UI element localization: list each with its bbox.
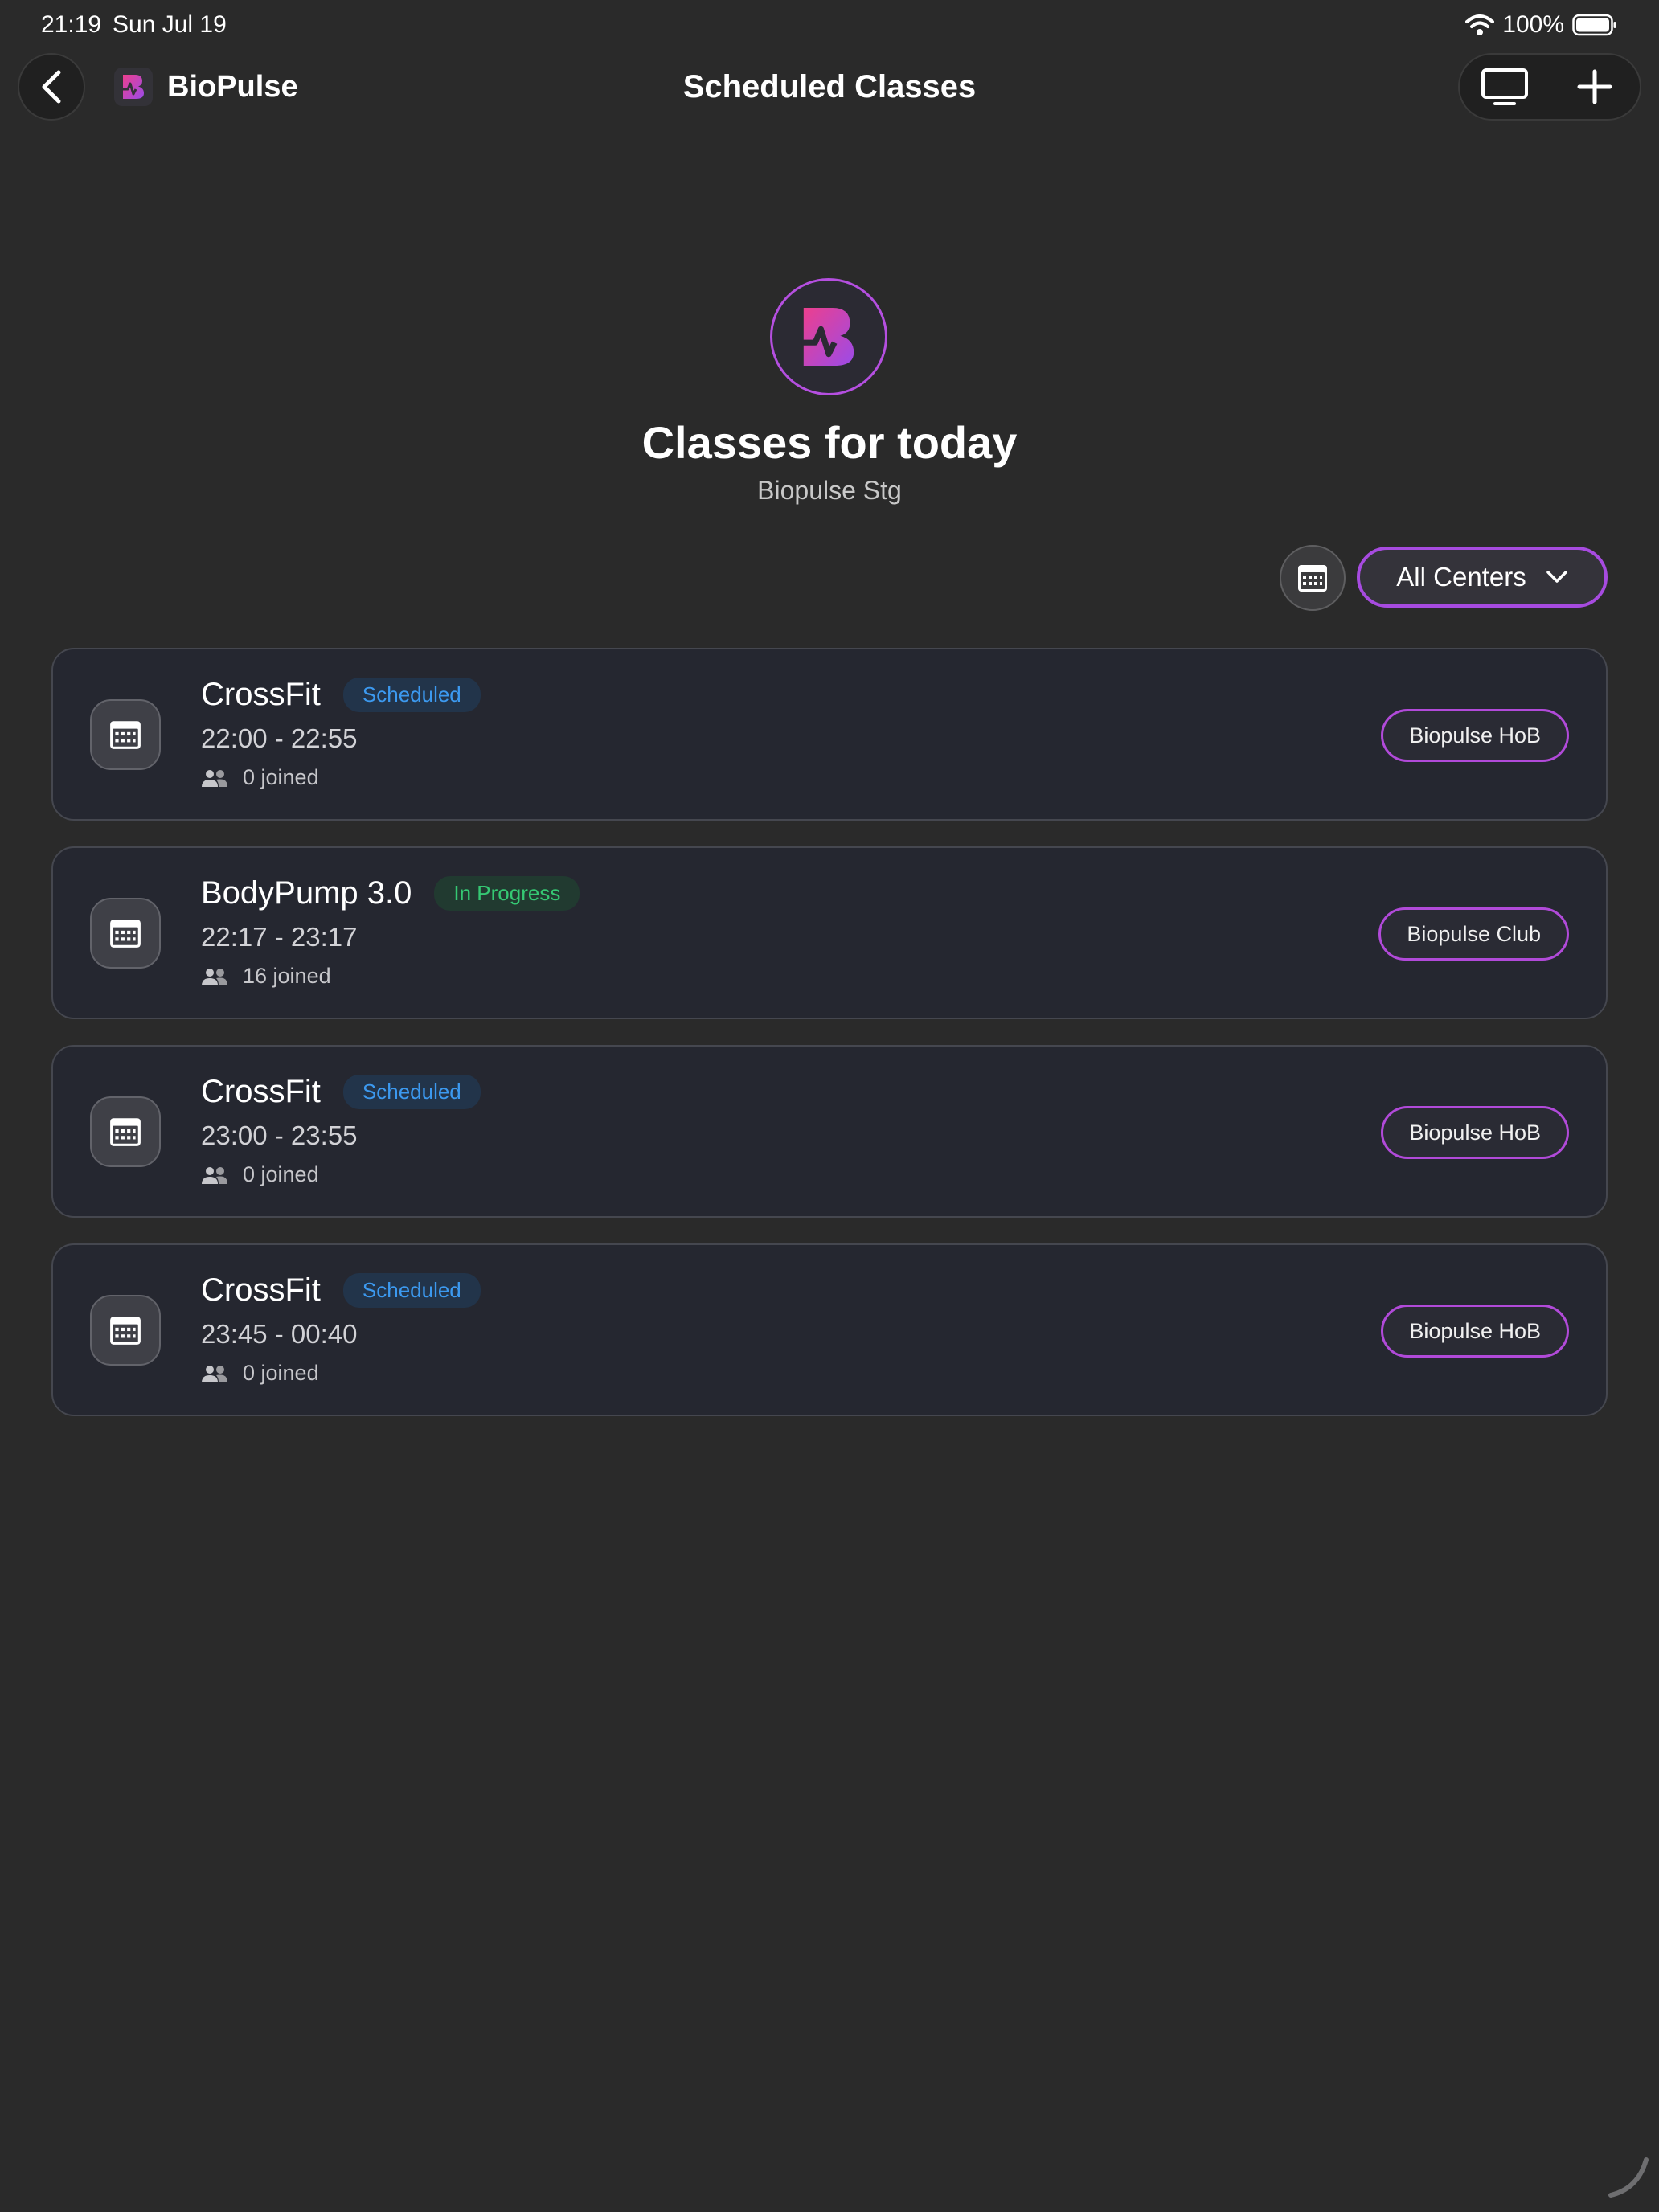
status-time: 21:19 xyxy=(41,11,102,38)
class-card[interactable]: CrossFit Scheduled 23:00 - 23:55 0 joine… xyxy=(51,1045,1608,1218)
joined-count: 0 joined xyxy=(243,1162,319,1186)
center-badge[interactable]: Biopulse HoB xyxy=(1381,709,1569,762)
calendar-icon xyxy=(1298,565,1327,592)
class-list: CrossFit Scheduled 22:00 - 22:55 0 joine… xyxy=(51,648,1608,1442)
biopulse-logo-icon xyxy=(114,68,153,106)
people-icon xyxy=(202,769,227,787)
status-bar: 21:19 Sun Jul 19 100% xyxy=(0,0,1659,50)
class-card[interactable]: CrossFit Scheduled 22:00 - 22:55 0 joine… xyxy=(51,648,1608,821)
people-icon xyxy=(202,1365,227,1382)
calendar-icon xyxy=(90,699,161,770)
section-subtitle: Biopulse Stg xyxy=(757,476,902,505)
center-badge[interactable]: Biopulse Club xyxy=(1378,907,1569,961)
class-name: CrossFit xyxy=(201,676,321,712)
class-time: 22:00 - 22:55 xyxy=(201,723,358,753)
class-card[interactable]: BodyPump 3.0 In Progress 22:17 - 23:17 1… xyxy=(51,846,1608,1019)
class-time: 22:17 - 23:17 xyxy=(201,922,358,952)
battery-percent: 100% xyxy=(1502,11,1564,38)
date-filter-button[interactable] xyxy=(1280,545,1346,611)
center-select-dropdown[interactable]: All Centers xyxy=(1357,547,1608,608)
status-badge: Scheduled xyxy=(342,1074,481,1109)
status-badge: Scheduled xyxy=(342,677,481,712)
status-date: Sun Jul 19 xyxy=(113,11,227,38)
battery-icon xyxy=(1572,14,1617,36)
class-name: BodyPump 3.0 xyxy=(201,875,412,911)
joined-count: 16 joined xyxy=(243,964,331,988)
center-select-label: All Centers xyxy=(1396,562,1526,592)
plus-icon xyxy=(1577,69,1612,104)
joined-count: 0 joined xyxy=(243,1361,319,1385)
status-badge: Scheduled xyxy=(342,1272,481,1308)
section-title: Classes for today xyxy=(641,417,1018,468)
class-name: CrossFit xyxy=(201,1272,321,1308)
brand: BioPulse xyxy=(114,68,298,106)
class-name: CrossFit xyxy=(201,1073,321,1109)
display-mode-button[interactable] xyxy=(1469,55,1541,119)
nav-actions xyxy=(1458,53,1641,121)
calendar-icon xyxy=(90,1096,161,1167)
biopulse-logo-icon xyxy=(770,278,887,395)
monitor-icon xyxy=(1481,68,1528,105)
navigation-bar: BioPulse Scheduled Classes xyxy=(0,53,1659,124)
scheduled-classes-screen: 21:19 Sun Jul 19 100% BioPulse Scheduled… xyxy=(0,0,1659,2212)
center-badge[interactable]: Biopulse HoB xyxy=(1381,1106,1569,1159)
class-time: 23:00 - 23:55 xyxy=(201,1120,358,1150)
class-time: 23:45 - 00:40 xyxy=(201,1319,358,1349)
back-button[interactable] xyxy=(18,53,85,121)
people-icon xyxy=(202,1166,227,1184)
resize-handle-icon[interactable] xyxy=(1606,2155,1651,2204)
joined-count: 0 joined xyxy=(243,765,319,789)
class-card[interactable]: CrossFit Scheduled 23:45 - 00:40 0 joine… xyxy=(51,1243,1608,1416)
status-indicators: 100% xyxy=(1465,11,1617,39)
people-icon xyxy=(202,968,227,985)
chevron-down-icon xyxy=(1546,571,1567,583)
status-badge: In Progress xyxy=(434,875,580,911)
calendar-icon xyxy=(90,898,161,969)
wifi-icon xyxy=(1465,14,1495,36)
add-class-button[interactable] xyxy=(1559,55,1631,119)
brand-name: BioPulse xyxy=(167,69,298,104)
chevron-left-icon xyxy=(42,70,61,104)
center-badge[interactable]: Biopulse HoB xyxy=(1381,1305,1569,1358)
calendar-icon xyxy=(90,1295,161,1366)
